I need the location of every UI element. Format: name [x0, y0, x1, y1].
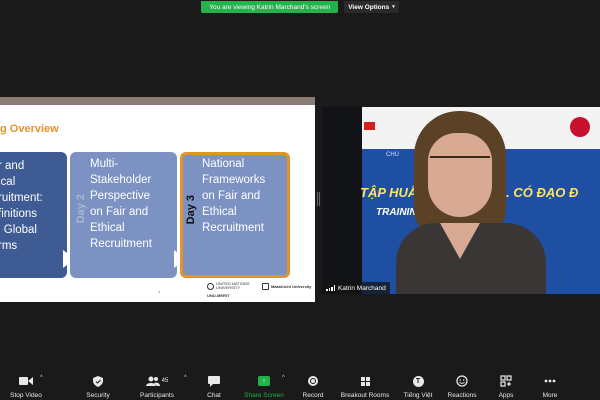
- participant-video-tile[interactable]: CHU TẬP HUẤN VỀ TUYỂN ... CÓ ĐẠO Đ TRAIN…: [322, 107, 600, 294]
- signal-strength-icon: [326, 285, 335, 291]
- view-options-button[interactable]: View Options ▾: [344, 1, 399, 13]
- participants-button[interactable]: 45 Participants: [134, 365, 180, 400]
- day-3-card: Day 3 National Frameworks on Fair and Et…: [180, 152, 290, 278]
- meeting-controls-toolbar: Stop Video ^ Security 45 Participants ^ …: [0, 365, 600, 400]
- maastricht-logo: Maastricht University: [262, 282, 311, 290]
- participant-person: [396, 111, 546, 294]
- share-screen-icon: ↑: [258, 371, 270, 391]
- day-3-card-text: National Frameworks on Fair and Ethical …: [202, 158, 266, 234]
- language-label: Tiếng Việt: [403, 392, 433, 399]
- record-icon: [308, 371, 318, 391]
- video-options-caret-icon[interactable]: ^: [40, 375, 43, 381]
- shared-screen-slide: g Overview r and ical ruitment: finition…: [0, 97, 315, 302]
- participant-name-tag: Katrin Marchand: [322, 282, 390, 294]
- security-label: Security: [86, 392, 110, 399]
- banner-small-text: CHU: [386, 152, 399, 158]
- participant-count: 45: [161, 378, 169, 384]
- day-3-label: Day 3: [185, 195, 197, 225]
- viewing-screen-indicator: You are viewing Katrin Marchand's screen: [201, 1, 339, 13]
- flag-icon: [364, 122, 375, 130]
- record-button[interactable]: Record: [298, 365, 328, 400]
- chat-label: Chat: [207, 392, 221, 399]
- view-options-label: View Options: [348, 3, 390, 11]
- reactions-icon: [456, 371, 468, 391]
- reactions-label: Reactions: [447, 392, 477, 399]
- maastricht-emblem-icon: [262, 282, 269, 290]
- day-1-card: r and ical ruitment: finitions l Global …: [0, 152, 67, 278]
- chevron-down-icon: ▾: [392, 4, 395, 10]
- more-button[interactable]: More: [536, 365, 564, 400]
- slide-title: g Overview: [0, 123, 59, 135]
- breakout-rooms-button[interactable]: Breakout Rooms: [338, 365, 392, 400]
- apps-label: Apps: [498, 392, 514, 399]
- day-1-card-text: r and ical ruitment: finitions l Global …: [0, 160, 43, 252]
- un-emblem-icon: [207, 282, 214, 290]
- participants-icon: 45: [145, 371, 169, 391]
- video-background-dark: [322, 107, 362, 294]
- resize-handle[interactable]: [317, 192, 320, 206]
- chat-button[interactable]: Chat: [200, 365, 228, 400]
- participants-label: Participants: [140, 392, 174, 399]
- stop-video-label: Stop Video: [10, 392, 42, 399]
- video-camera-icon: [19, 371, 33, 391]
- participants-options-caret-icon[interactable]: ^: [184, 375, 187, 381]
- day-2-card-text: Multi- Stakeholder Perspective on Fair a…: [90, 158, 152, 250]
- slide-header-bar: [0, 97, 315, 105]
- slide-page-number: 1: [158, 289, 161, 294]
- more-icon: [544, 371, 556, 391]
- shield-icon: [93, 371, 103, 391]
- breakout-rooms-label: Breakout Rooms: [340, 392, 390, 399]
- participant-name: Katrin Marchand: [338, 284, 386, 292]
- glasses-icon: [430, 156, 490, 165]
- language-interpretation-button[interactable]: T Tiếng Việt: [398, 365, 438, 400]
- chat-bubble-icon: [208, 371, 220, 391]
- un-university-logo: UNITED NATIONS UNIVERSITY: [207, 282, 256, 290]
- share-screen-label: Share Screen: [244, 392, 284, 399]
- day-2-label: Day 2: [75, 194, 87, 224]
- reactions-button[interactable]: Reactions: [444, 365, 480, 400]
- record-label: Record: [302, 392, 324, 399]
- share-options-caret-icon[interactable]: ^: [282, 375, 285, 381]
- national-emblem-icon: [570, 117, 590, 137]
- unu-merit-label: UNU-MERIT: [207, 293, 230, 298]
- apps-button[interactable]: Apps: [492, 365, 520, 400]
- language-icon: T: [412, 371, 424, 391]
- security-button[interactable]: Security: [76, 365, 120, 400]
- share-screen-button[interactable]: ↑ Share Screen: [240, 365, 288, 400]
- breakout-rooms-icon: [360, 371, 370, 391]
- zoom-meeting-window: You are viewing Katrin Marchand's screen…: [0, 0, 600, 400]
- more-label: More: [542, 392, 558, 399]
- screen-share-banner: You are viewing Katrin Marchand's screen…: [0, 0, 600, 14]
- apps-icon: [500, 371, 512, 391]
- day-2-card: Day 2 Multi- Stakeholder Perspective on …: [70, 152, 177, 278]
- person-face: [428, 133, 492, 217]
- stop-video-button[interactable]: Stop Video: [4, 365, 48, 400]
- slide-logos: UNITED NATIONS UNIVERSITY Maastricht Uni…: [207, 282, 311, 290]
